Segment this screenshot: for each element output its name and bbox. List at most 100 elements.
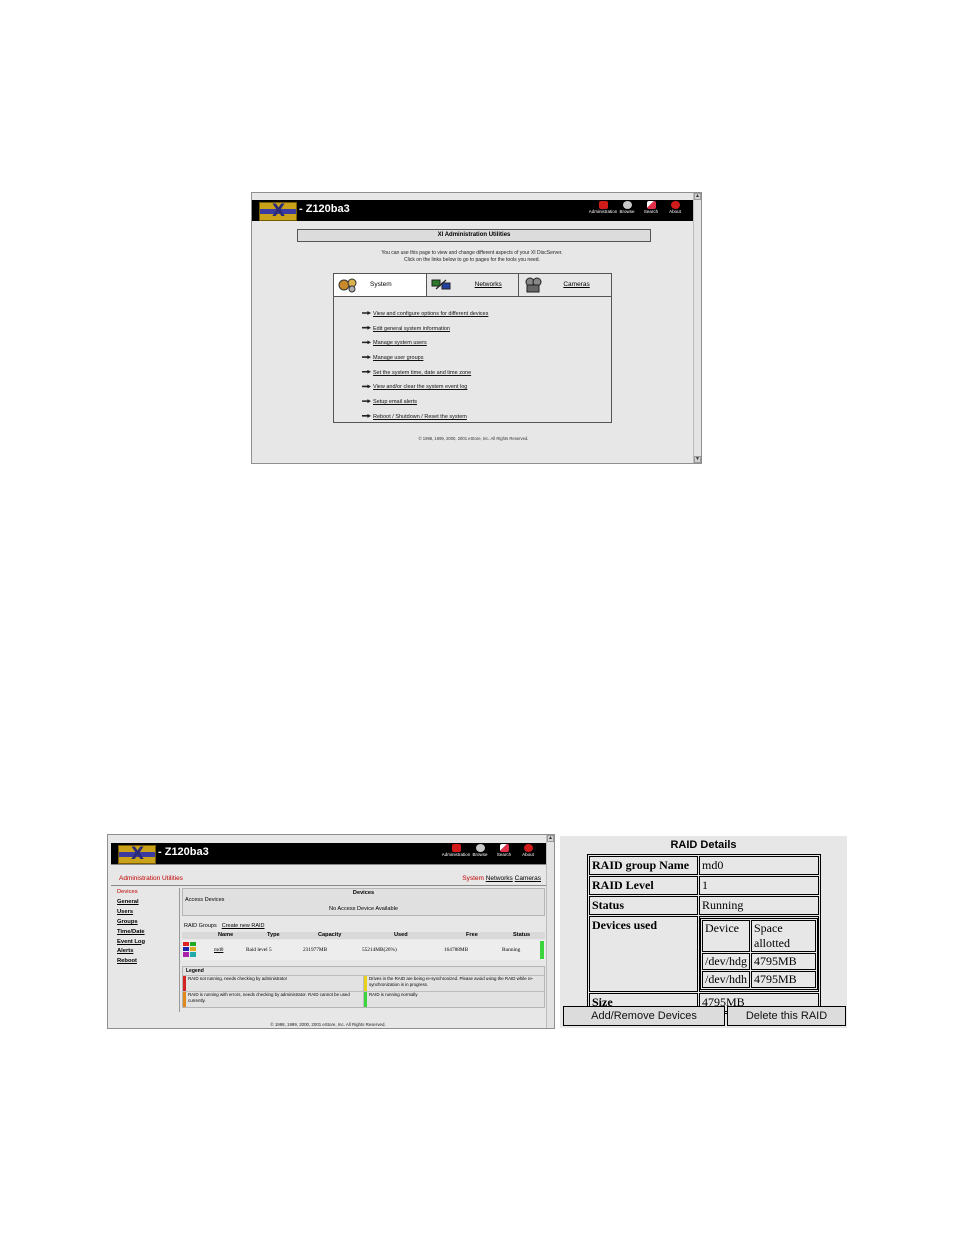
- xi-logo: X: [118, 844, 156, 864]
- networks-icon: [431, 279, 451, 290]
- raid-details-panel: RAID Details RAID group Name md0 RAID Le…: [560, 835, 847, 1028]
- vertical-scrollbar[interactable]: ▲ ▼: [693, 193, 701, 463]
- raid-free: 164788MB: [444, 947, 469, 953]
- arrow-right-icon: [362, 399, 371, 404]
- browse-label: Browse: [619, 209, 635, 214]
- no-access-devices: No Access Device Available: [329, 906, 398, 912]
- search-label: Search: [496, 852, 512, 857]
- add-remove-devices-button[interactable]: Add/Remove Devices: [563, 1006, 725, 1026]
- access-devices-label: Access Devices: [185, 897, 225, 903]
- intro-text: You can use this page to view and change…: [312, 250, 632, 264]
- section-title: Administration Utilities: [119, 875, 183, 882]
- link-users-label: Manage system users: [373, 340, 427, 347]
- about-icon: [670, 201, 680, 209]
- administration-nav[interactable]: Administration: [589, 201, 617, 215]
- col-status: Status: [513, 932, 531, 938]
- sidebar-item-time-date[interactable]: Time/Date: [117, 928, 179, 938]
- arrow-right-icon: [362, 384, 371, 389]
- status-label: Status: [589, 896, 698, 915]
- scroll-down-icon[interactable]: ▼: [694, 456, 701, 463]
- administration-nav[interactable]: Administration: [442, 844, 470, 858]
- divider: [111, 864, 546, 865]
- browse-nav[interactable]: Browse: [617, 201, 637, 215]
- table-row: /dev/hdg 4795MB: [702, 953, 816, 970]
- scroll-up-icon[interactable]: ▲: [694, 193, 701, 200]
- tab-cameras-label: Cameras: [563, 281, 590, 288]
- browse-nav[interactable]: Browse: [470, 844, 490, 858]
- sidebar-item-reboot[interactable]: Reboot: [117, 957, 179, 967]
- browse-icon: [622, 201, 632, 209]
- status-value: Running: [699, 896, 819, 915]
- sidebar-item-general[interactable]: General: [117, 898, 179, 908]
- delete-raid-button[interactable]: Delete this RAID: [727, 1006, 846, 1026]
- about-nav[interactable]: About: [665, 201, 685, 215]
- link-groups[interactable]: Manage user groups: [362, 354, 488, 369]
- page-heading: XI Administration Utilities: [297, 229, 651, 242]
- search-nav[interactable]: Search: [641, 201, 661, 215]
- raid-level-label: RAID Level: [589, 876, 698, 895]
- sidebar-item-devices[interactable]: Devices: [117, 888, 179, 898]
- sidebar-item-alerts[interactable]: Alerts: [117, 947, 179, 957]
- sidebar: Devices General Users Groups Time/Date E…: [117, 888, 180, 1012]
- legend-item: RAID not running, needs checking by admi…: [183, 976, 363, 991]
- table-row[interactable]: md0 Raid level 5 231977MB 55214MB(26%) 1…: [182, 940, 545, 960]
- col-capacity: Capacity: [318, 932, 342, 938]
- group-name-label: RAID group Name: [589, 856, 698, 875]
- group-name-value: md0: [699, 856, 819, 875]
- link-alerts[interactable]: Setup email alerts: [362, 398, 488, 413]
- col-type: Type: [267, 932, 280, 938]
- link-time[interactable]: Set the system time, date and time zone: [362, 369, 488, 384]
- tab-system[interactable]: System: [462, 875, 484, 882]
- link-general-label: Edit general system information: [373, 325, 451, 332]
- search-label: Search: [643, 209, 659, 214]
- vertical-scrollbar[interactable]: ▲: [546, 835, 554, 1028]
- raid-groups-label: RAID Groups: [184, 923, 217, 929]
- sidebar-item-groups[interactable]: Groups: [117, 918, 179, 928]
- arrow-right-icon: [362, 311, 371, 315]
- tab-system[interactable]: System: [334, 274, 426, 296]
- administration-label: Administration: [588, 209, 618, 214]
- legend-item: Drives in the RAID are being re-synchron…: [363, 976, 544, 991]
- arrow-right-icon: [362, 340, 371, 345]
- devices-content: Devices Access Devices No Access Device …: [182, 888, 545, 1008]
- status-indicator: [540, 941, 544, 959]
- link-reboot[interactable]: Reboot / Shutdown / Reset the system: [362, 413, 488, 428]
- browse-icon: [475, 844, 485, 852]
- administration-icon: [451, 844, 461, 852]
- tab-networks[interactable]: Networks: [486, 875, 513, 882]
- tab-cameras[interactable]: Cameras: [515, 875, 541, 882]
- link-reboot-label: Reboot / Shutdown / Reset the system: [373, 413, 467, 420]
- system-tools-icon: [338, 278, 357, 293]
- copyright: © 1998, 1999, 2000, 2001 eStore, Inc. Al…: [270, 1022, 386, 1027]
- raid-details-title: RAID Details: [560, 835, 847, 852]
- arrow-right-icon: [362, 369, 371, 374]
- about-label: About: [669, 209, 681, 214]
- device-col-header: Device: [702, 920, 750, 952]
- sidebar-item-users[interactable]: Users: [117, 908, 179, 918]
- link-event-log[interactable]: View and/or clear the system event log: [362, 383, 488, 398]
- tab-cameras[interactable]: Cameras: [518, 274, 611, 296]
- col-used: Used: [394, 932, 408, 938]
- link-users[interactable]: Manage system users: [362, 339, 488, 354]
- raid-type: Raid level 5: [246, 947, 272, 953]
- app-title: - Z120ba3: [158, 846, 209, 858]
- link-alerts-label: Setup email alerts: [373, 399, 418, 406]
- legend-title: Legend: [186, 968, 204, 974]
- raid-capacity: 231977MB: [303, 947, 328, 953]
- create-raid-link[interactable]: Create new RAID: [222, 923, 265, 929]
- search-nav[interactable]: Search: [494, 844, 514, 858]
- link-general[interactable]: Edit general system information: [362, 325, 488, 340]
- link-devices[interactable]: View and configure options for different…: [362, 310, 488, 325]
- sidebar-item-event-log[interactable]: Event Log: [117, 938, 179, 948]
- about-nav[interactable]: About: [518, 844, 538, 858]
- intro-line-1: You can use this page to view and change…: [381, 250, 563, 256]
- raid-name-link[interactable]: md0: [214, 947, 223, 953]
- legend-text: RAID is running normally: [369, 992, 418, 997]
- space-col-header: Space allotted: [751, 920, 816, 952]
- tab-networks[interactable]: Networks: [425, 274, 519, 296]
- scroll-up-icon[interactable]: ▲: [547, 835, 554, 842]
- tab-networks-label: Networks: [474, 281, 502, 288]
- intro-line-2: Click on the links below to go to pages …: [404, 257, 540, 263]
- link-groups-label: Manage user groups: [373, 355, 424, 362]
- legend: Legend RAID not running, needs checking …: [182, 966, 545, 1008]
